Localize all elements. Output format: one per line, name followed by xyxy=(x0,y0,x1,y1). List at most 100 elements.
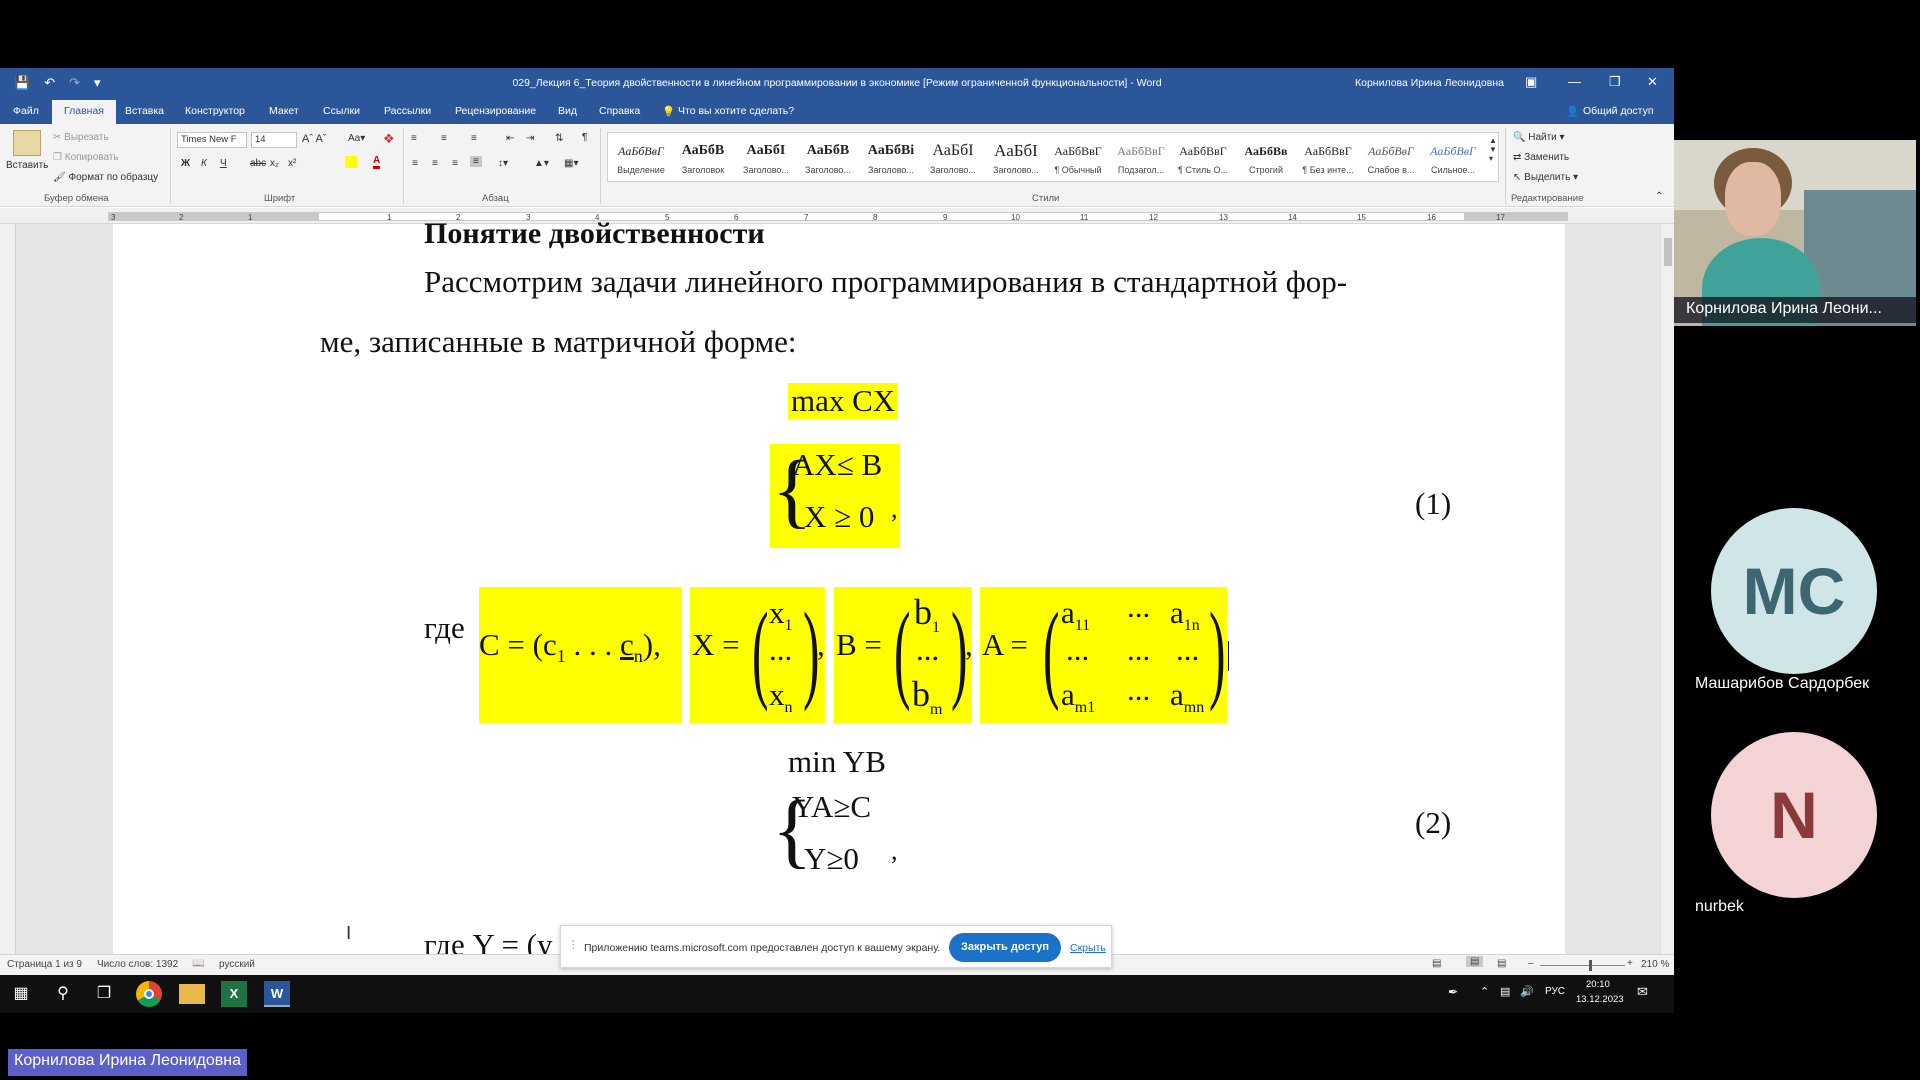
tab-view[interactable]: Вид xyxy=(558,105,577,117)
change-case-icon[interactable]: Aa▾ xyxy=(348,133,365,144)
styles-more-icon[interactable]: ▲ ▼ ▾ xyxy=(1489,136,1497,163)
minimize-icon[interactable]: — xyxy=(1568,74,1581,89)
collapse-ribbon-icon[interactable]: ⌃ xyxy=(1655,191,1663,202)
style-strong[interactable]: АаБбВв Строгий xyxy=(1235,139,1297,175)
justify-icon[interactable]: ≡ xyxy=(470,156,482,167)
scrollbar-thumb[interactable] xyxy=(1664,238,1672,266)
pen-icon[interactable]: ✒ xyxy=(1448,985,1458,999)
vertical-ruler[interactable] xyxy=(0,224,16,954)
language[interactable]: русский xyxy=(219,959,255,970)
ribbon-display-icon[interactable]: ▣ xyxy=(1525,74,1537,90)
proofing-icon[interactable]: 📖 xyxy=(192,958,204,969)
tab-design[interactable]: Конструктор xyxy=(185,105,245,117)
style-subtle-emphasis[interactable]: АаБбВвГ Слабое в... xyxy=(1360,139,1422,175)
word-count[interactable]: Число слов: 1392 xyxy=(97,959,178,970)
show-marks-icon[interactable]: ¶ xyxy=(582,132,587,143)
tab-layout[interactable]: Макет xyxy=(269,105,299,117)
copy-button[interactable]: ❐ Копировать xyxy=(53,152,119,163)
subscript-icon[interactable]: x₂ xyxy=(270,158,279,169)
vertical-scrollbar[interactable] xyxy=(1660,224,1674,954)
clock-time[interactable]: 20:10 xyxy=(1586,979,1610,990)
search-icon[interactable]: ⚲ xyxy=(50,981,76,1007)
hide-link[interactable]: Скрыть xyxy=(1070,942,1106,954)
task-view-icon[interactable]: ❐ xyxy=(91,981,117,1007)
clock-date[interactable]: 13.12.2023 xyxy=(1576,994,1624,1005)
line-spacing-icon[interactable]: ↕▾ xyxy=(498,158,508,169)
tab-home[interactable]: Главная xyxy=(52,100,116,124)
style-intense-emphasis[interactable]: АаБбВвГ Сильное... xyxy=(1422,139,1484,175)
style-normal[interactable]: АаБбВвГ ¶ Обычный xyxy=(1047,139,1109,175)
align-right-icon[interactable]: ≡ xyxy=(452,158,458,169)
style-title[interactable]: АаБбВ Заголовок xyxy=(672,139,734,175)
borders-icon[interactable]: ▦▾ xyxy=(564,158,578,169)
excel-icon[interactable]: X xyxy=(221,981,247,1007)
share-button[interactable]: Общий доступ xyxy=(1583,105,1654,117)
style-heading-1[interactable]: АаБбI Заголово... xyxy=(735,139,797,175)
participant-avatar-n[interactable]: N xyxy=(1711,732,1877,898)
zoom-slider[interactable] xyxy=(1540,965,1625,966)
format-painter-button[interactable]: 🖌 Формат по образцу xyxy=(53,172,158,183)
document-page[interactable]: Понятие двойственности Рассмотрим задачи… xyxy=(113,217,1565,962)
sort-icon[interactable]: ⇅ xyxy=(555,133,563,144)
word-icon[interactable]: W xyxy=(264,981,290,1007)
style-heading-5[interactable]: АаБбI Заголово... xyxy=(985,139,1047,175)
drag-handle-icon[interactable]: ⋮ xyxy=(568,939,579,951)
increase-indent-icon[interactable]: ⇥ xyxy=(526,133,534,144)
italic-icon[interactable]: К xyxy=(201,158,207,169)
read-mode-icon[interactable]: ▤ xyxy=(1432,958,1441,969)
zoom-in-icon[interactable]: + xyxy=(1627,958,1633,969)
font-name-combo[interactable]: Times New F xyxy=(177,132,247,148)
participant-avatar-mc[interactable]: MC xyxy=(1711,508,1877,674)
notifications-icon[interactable]: ✉ xyxy=(1637,984,1648,1000)
select-button[interactable]: ↖ Выделить ▾ xyxy=(1513,172,1578,183)
style-no-spacing[interactable]: АаБбВвГ ¶ Без инте... xyxy=(1297,139,1359,175)
tab-references[interactable]: Ссылки xyxy=(323,105,360,117)
font-size-combo[interactable]: 14 xyxy=(251,132,297,148)
start-icon[interactable]: ▦ xyxy=(8,981,34,1007)
style-subtitle[interactable]: АаБбВвГ Подзагол... xyxy=(1110,139,1172,175)
shading-icon[interactable]: ▲▾ xyxy=(534,158,549,169)
stop-sharing-button[interactable]: Закрыть доступ xyxy=(949,933,1061,962)
decrease-indent-icon[interactable]: ⇤ xyxy=(506,133,514,144)
strikethrough-icon[interactable]: abc xyxy=(250,158,266,169)
align-left-icon[interactable]: ≡ xyxy=(412,158,418,169)
tell-me-box[interactable]: Что вы хотите сделать? xyxy=(678,105,794,117)
multilevel-list-icon[interactable]: ≡ xyxy=(471,133,477,144)
tray-chevron-icon[interactable]: ⌃ xyxy=(1480,985,1489,998)
zoom-level[interactable]: 210 % xyxy=(1641,959,1669,970)
style-heading-3[interactable]: АаБбВі Заголово... xyxy=(860,139,922,175)
account-name[interactable]: Корнилова Ирина Леонидовна xyxy=(1355,77,1504,89)
highlight-color-icon[interactable] xyxy=(345,156,357,168)
font-color-icon[interactable]: A xyxy=(373,155,381,169)
paste-button[interactable]: Вставить xyxy=(6,160,48,171)
page-count[interactable]: Страница 1 из 9 xyxy=(7,959,82,970)
print-layout-icon[interactable]: ▤ xyxy=(1466,956,1484,967)
replace-button[interactable]: ⇄ Заменить xyxy=(1513,152,1569,163)
tab-help[interactable]: Справка xyxy=(599,105,640,117)
style-heading-4[interactable]: АаБбI Заголово... xyxy=(922,139,984,175)
style-heading-2[interactable]: АаБбВ Заголово... xyxy=(797,139,859,175)
network-icon[interactable]: ▤ xyxy=(1500,985,1510,998)
superscript-icon[interactable]: x² xyxy=(288,158,296,169)
bullets-icon[interactable]: ≡ xyxy=(411,133,417,144)
tab-file[interactable]: Файл xyxy=(13,105,39,117)
zoom-out-icon[interactable]: – xyxy=(1528,958,1534,969)
cut-button[interactable]: ✂ Вырезать xyxy=(53,132,109,143)
horizontal-ruler[interactable]: 3 2 1 1 2 3 4 5 6 7 8 9 10 11 12 13 14 1… xyxy=(0,208,1674,224)
style-custom[interactable]: АаБбВвГ ¶ Стиль О... xyxy=(1172,139,1234,175)
zoom-slider-thumb[interactable] xyxy=(1589,960,1592,971)
tab-review[interactable]: Рецензирование xyxy=(455,105,536,117)
restore-icon[interactable]: ❐ xyxy=(1609,74,1621,90)
bold-icon[interactable]: Ж xyxy=(181,158,190,169)
tab-mailings[interactable]: Рассылки xyxy=(384,105,431,117)
clear-formatting-icon[interactable]: ❖ xyxy=(383,131,395,147)
grow-font-icon[interactable]: Aˆ Aˇ xyxy=(302,133,326,145)
presenter-video[interactable]: Корнилова Ирина Леони... xyxy=(1674,140,1916,326)
close-icon[interactable]: ✕ xyxy=(1647,74,1658,90)
file-explorer-icon[interactable] xyxy=(179,984,205,1004)
chrome-icon[interactable] xyxy=(136,981,162,1007)
underline-icon[interactable]: Ч xyxy=(220,158,227,169)
numbering-icon[interactable]: ≡ xyxy=(441,133,447,144)
input-language[interactable]: РУС xyxy=(1545,986,1565,997)
find-button[interactable]: 🔍 Найти ▾ xyxy=(1513,132,1565,143)
